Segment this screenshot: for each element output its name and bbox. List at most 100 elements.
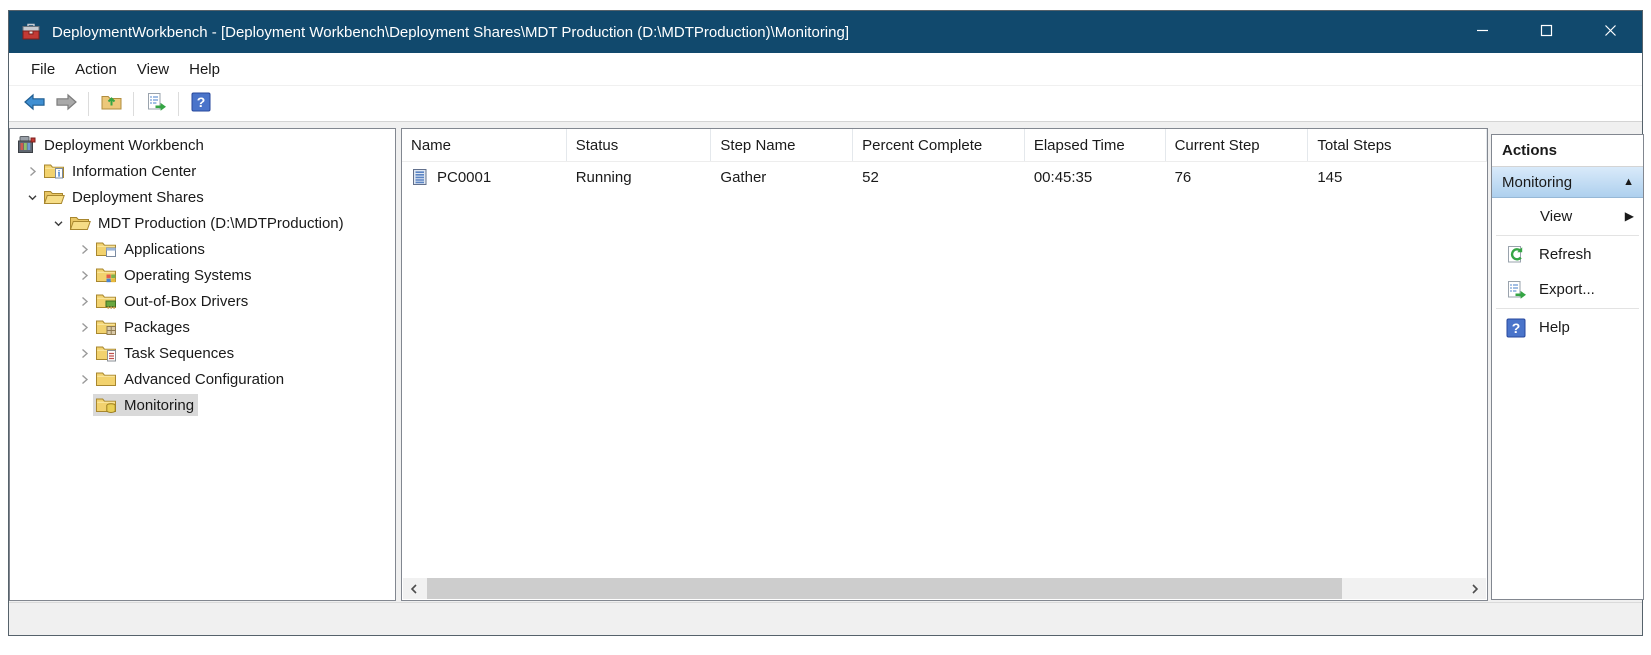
column-header-step-name[interactable]: Step Name xyxy=(711,129,853,161)
chevron-right-icon[interactable] xyxy=(76,242,93,257)
menu-file[interactable]: File xyxy=(21,53,65,85)
column-header-current-step[interactable]: Current Step xyxy=(1166,129,1309,161)
tree-item-applications[interactable]: Applications xyxy=(10,236,395,262)
folder-monitor-icon xyxy=(95,396,117,414)
tree-node-advanced-configuration[interactable]: Advanced Configuration xyxy=(93,368,288,390)
chevron-right-icon[interactable] xyxy=(24,164,41,179)
menu-help[interactable]: Help xyxy=(179,53,230,85)
actions-pane-title: Actions xyxy=(1492,135,1643,167)
results-pane[interactable]: NameStatusStep NamePercent CompleteElaps… xyxy=(401,128,1488,601)
scroll-right-icon[interactable] xyxy=(1464,578,1486,599)
scroll-left-icon[interactable] xyxy=(403,578,425,599)
tree-item-operating-systems[interactable]: Operating Systems xyxy=(10,262,395,288)
menu-bar: FileActionViewHelp xyxy=(9,53,1642,86)
cell-total_steps: 145 xyxy=(1308,162,1487,192)
help-button[interactable]: ? xyxy=(185,89,217,119)
action-label: Help xyxy=(1539,319,1570,336)
horizontal-scrollbar[interactable] xyxy=(403,578,1486,599)
menu-view[interactable]: View xyxy=(127,53,179,85)
forward-arrow-icon xyxy=(54,92,79,116)
chevron-right-icon[interactable] xyxy=(76,346,93,361)
menu-action[interactable]: Action xyxy=(65,53,127,85)
column-header-elapsed-time[interactable]: Elapsed Time xyxy=(1025,129,1166,161)
title-bar[interactable]: DeploymentWorkbench - [Deployment Workbe… xyxy=(9,11,1642,53)
folder-open-icon xyxy=(69,214,91,232)
toolbar-separator xyxy=(178,92,179,116)
folder-open-icon xyxy=(43,188,65,206)
list-row-pc0001[interactable]: PC0001RunningGather5200:45:3576145 xyxy=(402,162,1487,192)
tree-node-information-center[interactable]: iInformation Center xyxy=(41,160,200,182)
list-header-row: NameStatusStep NamePercent CompleteElaps… xyxy=(402,129,1487,162)
export-list-button[interactable] xyxy=(140,89,172,119)
tree-node-mdt-production-d-mdtproduction[interactable]: MDT Production (D:\MDTProduction) xyxy=(67,212,348,234)
tree-item-label: Packages xyxy=(124,319,190,336)
tree-node-deployment-shares[interactable]: Deployment Shares xyxy=(41,186,208,208)
tree-item-out-of-box-drivers[interactable]: Out-of-Box Drivers xyxy=(10,288,395,314)
toolbar-separator xyxy=(88,92,89,116)
action-export[interactable]: Export... xyxy=(1492,272,1643,307)
window-controls xyxy=(1450,11,1642,53)
maximize-button[interactable] xyxy=(1514,11,1578,53)
actions-separator xyxy=(1496,308,1639,309)
export-list-icon xyxy=(1505,280,1527,300)
folder-driver-icon xyxy=(95,292,117,310)
tree-node-out-of-box-drivers[interactable]: Out-of-Box Drivers xyxy=(93,290,252,312)
tree-item-advanced-configuration[interactable]: Advanced Configuration xyxy=(10,366,395,392)
action-help[interactable]: ? Help xyxy=(1492,310,1643,345)
action-view[interactable]: View▶ xyxy=(1492,198,1643,234)
tree-item-label: Operating Systems xyxy=(124,267,252,284)
collapse-arrow-icon[interactable]: ▲ xyxy=(1623,176,1634,188)
minimize-button[interactable] xyxy=(1450,11,1514,53)
back-button[interactable] xyxy=(18,89,50,119)
minimize-icon xyxy=(1476,24,1489,41)
folder-package-icon xyxy=(95,318,117,336)
tree-item-label: MDT Production (D:\MDTProduction) xyxy=(98,215,344,232)
folder-task-icon xyxy=(95,344,117,362)
tree-item-label: Task Sequences xyxy=(124,345,234,362)
window-title: DeploymentWorkbench - [Deployment Workbe… xyxy=(52,24,849,41)
column-header-total-steps[interactable]: Total Steps xyxy=(1308,129,1487,161)
tree-node-packages[interactable]: Packages xyxy=(93,316,194,338)
tree-node-deployment-workbench[interactable]: Deployment Workbench xyxy=(14,134,208,156)
forward-button[interactable] xyxy=(50,89,82,119)
close-icon xyxy=(1604,24,1617,41)
toolbar-separator xyxy=(133,92,134,116)
svg-text:?: ? xyxy=(197,94,206,110)
tree-item-deployment-shares[interactable]: Deployment Shares xyxy=(10,184,395,210)
chevron-right-icon[interactable] xyxy=(76,294,93,309)
chevron-right-icon[interactable] xyxy=(76,372,93,387)
chevron-down-icon[interactable] xyxy=(24,190,41,205)
chevron-down-icon[interactable] xyxy=(50,216,67,231)
tree-node-operating-systems[interactable]: Operating Systems xyxy=(93,264,256,286)
tree-item-label: Applications xyxy=(124,241,205,258)
column-header-percent-complete[interactable]: Percent Complete xyxy=(853,129,1025,161)
chevron-right-icon[interactable] xyxy=(76,320,93,335)
cell-percent_complete: 52 xyxy=(853,162,1025,192)
cell-name: PC0001 xyxy=(402,162,567,192)
console-tree-pane[interactable]: Deployment Workbench iInformation Center D… xyxy=(9,128,396,601)
actions-group-monitoring[interactable]: Monitoring ▲ xyxy=(1492,167,1643,198)
tree-node-applications[interactable]: Applications xyxy=(93,238,209,260)
maximize-icon xyxy=(1540,24,1553,41)
actions-items: View▶RefreshExport...? Help xyxy=(1492,198,1643,345)
tree-item-information-center[interactable]: iInformation Center xyxy=(10,158,395,184)
tree-node-monitoring[interactable]: Monitoring xyxy=(93,394,198,416)
svg-text:?: ? xyxy=(1512,320,1521,336)
tree-node-task-sequences[interactable]: Task Sequences xyxy=(93,342,238,364)
chevron-right-icon[interactable] xyxy=(76,268,93,283)
tree-item-deployment-workbench[interactable]: Deployment Workbench xyxy=(10,132,395,158)
tree-item-label: Deployment Workbench xyxy=(44,137,204,154)
tree-item-packages[interactable]: Packages xyxy=(10,314,395,340)
tree-item-monitoring[interactable]: Monitoring xyxy=(10,392,395,418)
show-console-tree-button[interactable] xyxy=(95,89,127,119)
action-refresh[interactable]: Refresh xyxy=(1492,237,1643,272)
close-button[interactable] xyxy=(1578,11,1642,53)
tree-item-mdt-production-d-mdtproduction[interactable]: MDT Production (D:\MDTProduction) xyxy=(10,210,395,236)
column-header-name[interactable]: Name xyxy=(402,129,567,161)
cell-current_step: 76 xyxy=(1166,162,1309,192)
actions-group-label: Monitoring xyxy=(1502,174,1572,191)
scrollbar-thumb[interactable] xyxy=(427,578,1342,599)
column-header-status[interactable]: Status xyxy=(567,129,712,161)
tree-item-task-sequences[interactable]: Task Sequences xyxy=(10,340,395,366)
folder-app-icon xyxy=(95,240,117,258)
